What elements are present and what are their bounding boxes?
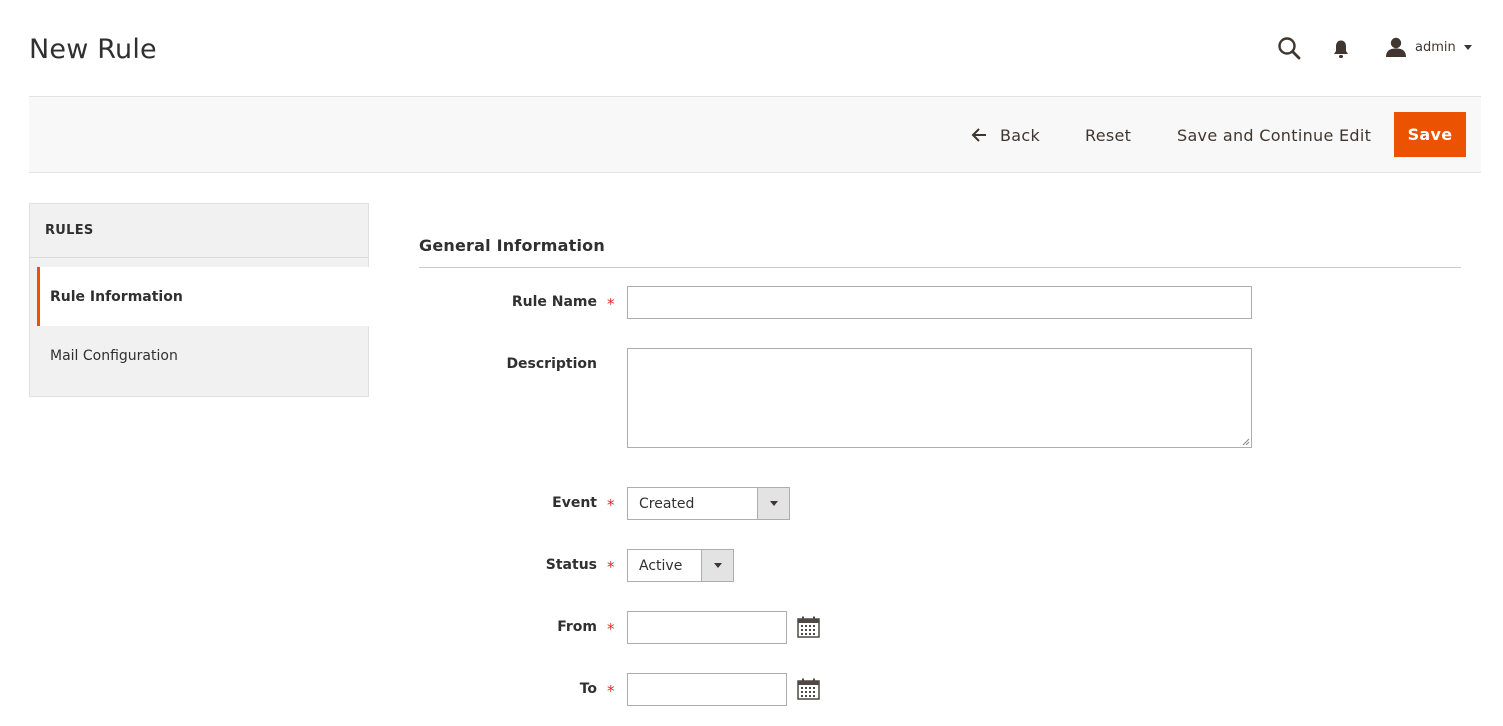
required-marker: * [607,620,615,638]
rule-name-label: Rule Name [511,294,597,310]
save-and-continue-button[interactable]: Save and Continue Edit [1177,112,1371,158]
chevron-down-icon [1463,44,1472,50]
event-label: Event [552,495,597,511]
save-button[interactable]: Save [1394,112,1466,157]
sidebar-title: RULES [45,223,94,238]
resize-handle-icon[interactable] [1242,438,1250,446]
required-marker: * [607,682,615,700]
back-button[interactable]: Back [971,112,1040,158]
section-divider [419,267,1461,268]
search-icon[interactable] [1277,36,1301,60]
description-label: Description [506,356,597,372]
user-name: admin [1415,39,1456,55]
sidebar: RULES Rule Information Mail Configuratio… [29,203,369,397]
page-actions-bar: Back Reset Save and Continue Edit Save [29,96,1481,173]
status-select[interactable]: Active [627,549,734,582]
event-select[interactable]: Created [627,487,790,520]
page-title: New Rule [29,34,157,65]
to-date-input[interactable] [627,673,787,706]
required-marker: * [607,496,615,514]
calendar-icon[interactable] [797,678,820,700]
from-label: From [557,619,597,635]
sidebar-item-mail-configuration[interactable]: Mail Configuration [37,326,369,385]
user-menu[interactable]: admin [1385,36,1472,58]
required-marker: * [607,295,615,313]
user-icon [1386,37,1406,57]
event-select-value: Created [639,495,695,512]
from-date-input[interactable] [627,611,787,644]
sidebar-item-label: Rule Information [50,288,183,305]
reset-button[interactable]: Reset [1085,112,1131,158]
back-button-label: Back [1000,125,1041,145]
bell-icon[interactable] [1332,39,1350,59]
status-select-value: Active [639,557,683,574]
page-header: New Rule admin [0,0,1503,96]
chevron-down-icon [701,550,733,581]
chevron-down-icon [757,488,789,519]
sidebar-divider [30,257,368,258]
sidebar-item-label: Mail Configuration [50,347,178,364]
description-textarea[interactable] [627,348,1252,448]
required-marker: * [607,558,615,576]
calendar-icon[interactable] [797,616,820,638]
rule-name-input[interactable] [627,286,1252,319]
arrow-left-icon [971,128,986,142]
to-label: To [579,681,597,697]
sidebar-item-rule-information[interactable]: Rule Information [37,267,369,326]
status-label: Status [545,557,597,573]
section-title: General Information [419,236,605,255]
